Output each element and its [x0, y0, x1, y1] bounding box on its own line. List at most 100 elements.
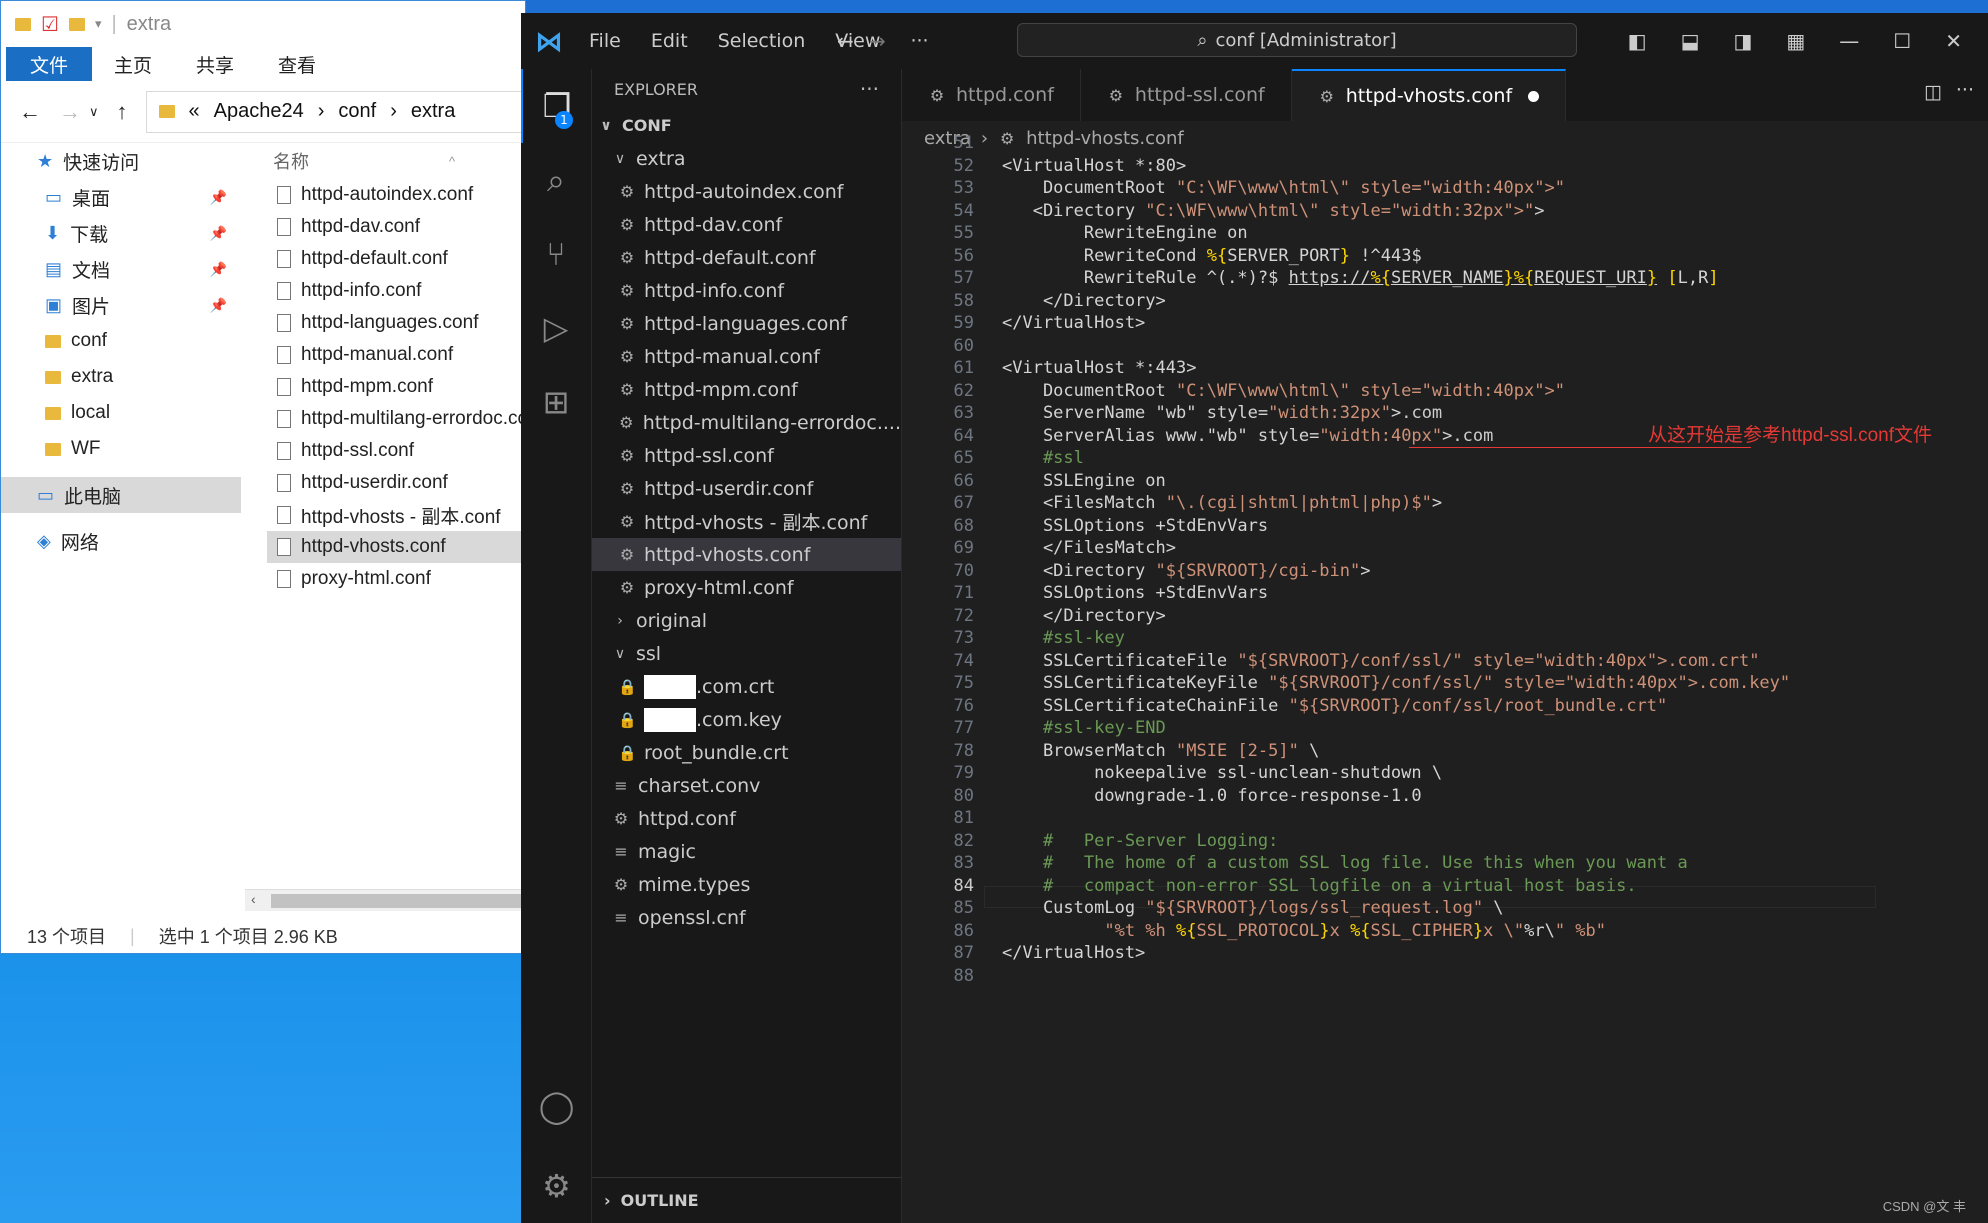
breadcrumb-apache24[interactable]: Apache24: [214, 100, 304, 123]
tree-item[interactable]: ⚙ httpd.conf: [592, 802, 901, 835]
file-row[interactable]: httpd-dav.conf: [267, 211, 525, 243]
split-editor-icon[interactable]: ◫: [1924, 81, 1942, 103]
code-line[interactable]: downgrade-1.0 force-response-1.0: [1002, 786, 1422, 806]
nav-back-icon[interactable]: ←: [837, 29, 854, 53]
editor-more-icon[interactable]: ···: [1956, 79, 1974, 101]
file-row[interactable]: httpd-mpm.conf: [267, 371, 525, 403]
nav-item[interactable]: local: [1, 395, 241, 431]
code-line[interactable]: BrowserMatch "MSIE [2-5]" \: [1002, 741, 1319, 761]
recent-dropdown-icon[interactable]: ∨: [89, 104, 99, 120]
code-line[interactable]: </FilesMatch>: [1002, 538, 1176, 558]
tab-httpd-vhosts-conf[interactable]: ⚙ httpd-vhosts.conf: [1291, 69, 1567, 121]
search-view-icon[interactable]: ⌕: [521, 143, 591, 217]
toggle-panel-icon[interactable]: ⬓: [1681, 29, 1700, 53]
tree-item[interactable]: ≡ charset.conv: [592, 769, 901, 802]
tree-item[interactable]: ⚙ httpd-default.conf: [592, 241, 901, 274]
tree-item[interactable]: › original: [592, 604, 901, 637]
ribbon-tab-share[interactable]: 共享: [174, 47, 256, 81]
breadcrumb-conf[interactable]: conf: [338, 100, 376, 123]
code-line[interactable]: #ssl-key-END: [1002, 718, 1166, 738]
tree-item[interactable]: ⚙ httpd-languages.conf: [592, 307, 901, 340]
overflow-chevron-icon[interactable]: «: [189, 100, 200, 123]
tree-item[interactable]: ⚙ mime.types: [592, 868, 901, 901]
code-line[interactable]: <Directory "${SRVROOT}/cgi-bin">: [1002, 561, 1371, 581]
code-line[interactable]: </Directory>: [1002, 606, 1166, 626]
minimize-icon[interactable]: —: [1839, 29, 1859, 53]
breadcrumb-file[interactable]: httpd-vhosts.conf: [1026, 128, 1184, 149]
code-line[interactable]: RewriteEngine on: [1002, 223, 1248, 243]
toggle-sidebar-icon[interactable]: ◧: [1628, 29, 1647, 53]
code-line[interactable]: CustomLog "${SRVROOT}/logs/ssl_request.l…: [1002, 898, 1504, 918]
file-row[interactable]: httpd-autoindex.conf: [267, 179, 525, 211]
nav-item[interactable]: ◈ 网络: [1, 523, 241, 559]
accounts-icon[interactable]: ◯: [521, 1069, 592, 1143]
code-line[interactable]: RewriteRule ^(.*)?$ https://%{SERVER_NAM…: [1002, 268, 1719, 288]
menu-selection[interactable]: Selection: [718, 30, 806, 52]
close-icon[interactable]: ✕: [1945, 29, 1962, 53]
nav-item[interactable]: ▭ 此电脑: [1, 477, 241, 513]
menu-edit[interactable]: Edit: [651, 30, 688, 52]
code-line[interactable]: # The home of a custom SSL log file. Use…: [1002, 853, 1688, 873]
scrollbar-thumb[interactable]: [271, 894, 525, 908]
code-line[interactable]: # compact non-error SSL logfile on a vir…: [1002, 876, 1637, 896]
tree-item[interactable]: ∨ extra: [592, 142, 901, 175]
breadcrumb-extra[interactable]: extra: [411, 100, 455, 123]
tree-item[interactable]: ⚙ httpd-vhosts - 副本.conf: [592, 505, 901, 538]
tree-item[interactable]: ⚙ httpd-mpm.conf: [592, 373, 901, 406]
file-row[interactable]: httpd-manual.conf: [267, 339, 525, 371]
nav-item[interactable]: extra: [1, 359, 241, 395]
code-line[interactable]: RewriteCond %{SERVER_PORT} !^443$: [1002, 246, 1422, 266]
unsaved-dot-icon[interactable]: [1528, 90, 1540, 102]
run-debug-icon[interactable]: ▷: [521, 291, 591, 365]
file-row[interactable]: httpd-default.conf: [267, 243, 525, 275]
file-row[interactable]: httpd-vhosts - 副本.conf: [267, 499, 525, 531]
code-editor[interactable]: 51 52 <VirtualHost *:80> 53 DocumentRoot "C…: [902, 133, 1988, 1223]
dropdown-icon[interactable]: ▾: [95, 16, 102, 32]
nav-item[interactable]: WF: [1, 431, 241, 467]
tree-item[interactable]: ≡ openssl.cnf: [592, 901, 901, 934]
address-bar[interactable]: « Apache24 › conf › extra: [145, 90, 525, 133]
customize-layout-icon[interactable]: ▦: [1786, 29, 1805, 53]
nav-item[interactable]: ★ 快速访问: [1, 143, 241, 179]
pin-icon[interactable]: 📌: [210, 261, 227, 278]
code-line[interactable]: DocumentRoot "C:\WF\www\html\" style="wi…: [1002, 178, 1565, 198]
file-row[interactable]: httpd-ssl.conf: [267, 435, 525, 467]
maximize-icon[interactable]: ☐: [1893, 29, 1911, 53]
code-line[interactable]: DocumentRoot "C:\WF\www\html\" style="wi…: [1002, 381, 1565, 401]
code-line[interactable]: SSLOptions +StdEnvVars: [1002, 583, 1268, 603]
code-line[interactable]: <Directory "C:\WF\www\html\" style="widt…: [1002, 201, 1545, 221]
code-line[interactable]: SSLEngine on: [1002, 471, 1166, 491]
code-line[interactable]: <VirtualHost *:443>: [1002, 358, 1196, 378]
column-header-name[interactable]: 名称 ^: [267, 143, 525, 179]
file-row[interactable]: httpd-userdir.conf: [267, 467, 525, 499]
tree-item[interactable]: ⚙ httpd-manual.conf: [592, 340, 901, 373]
code-line[interactable]: ServerAlias www."wb" style="width:40px">…: [1002, 426, 1493, 446]
file-row[interactable]: httpd-info.conf: [267, 275, 525, 307]
code-line[interactable]: SSLCertificateFile "${SRVROOT}/conf/ssl/…: [1002, 651, 1760, 671]
tree-item[interactable]: ⚙ httpd-ssl.conf: [592, 439, 901, 472]
tree-item[interactable]: ⚙ httpd-multilang-errordoc....: [592, 406, 901, 439]
tab-httpd-ssl-conf[interactable]: ⚙ httpd-ssl.conf: [1081, 69, 1292, 121]
code-line[interactable]: SSLOptions +StdEnvVars: [1002, 516, 1268, 536]
ribbon-tab-view[interactable]: 查看: [256, 47, 338, 81]
file-row[interactable]: httpd-vhosts.conf: [267, 531, 525, 563]
forward-arrow-icon[interactable]: →: [59, 99, 81, 125]
nav-item[interactable]: ⬇ 下载 📌: [1, 215, 241, 251]
code-line[interactable]: </VirtualHost>: [1002, 943, 1145, 963]
root-folder[interactable]: ∨ CONF: [592, 109, 901, 142]
tree-item[interactable]: ≡ magic: [592, 835, 901, 868]
tree-item[interactable]: 🔒 .com.key: [592, 703, 901, 736]
back-arrow-icon[interactable]: ←: [19, 99, 41, 125]
code-line[interactable]: </Directory>: [1002, 291, 1166, 311]
code-line[interactable]: SSLCertificateChainFile "${SRVROOT}/conf…: [1002, 696, 1667, 716]
code-line[interactable]: <VirtualHost *:80>: [1002, 156, 1186, 176]
menu-file[interactable]: File: [589, 30, 621, 52]
nav-forward-icon[interactable]: →: [869, 29, 886, 53]
horizontal-scrollbar[interactable]: ‹: [245, 889, 525, 911]
menu-more[interactable]: ···: [910, 30, 928, 52]
tree-item[interactable]: 🔒 root_bundle.crt: [592, 736, 901, 769]
code-line[interactable]: <FilesMatch "\.(cgi|shtml|phtml|php)$">: [1002, 493, 1442, 513]
tree-item[interactable]: ⚙ httpd-userdir.conf: [592, 472, 901, 505]
tree-item[interactable]: ⚙ httpd-autoindex.conf: [592, 175, 901, 208]
file-row[interactable]: proxy-html.conf: [267, 563, 525, 595]
